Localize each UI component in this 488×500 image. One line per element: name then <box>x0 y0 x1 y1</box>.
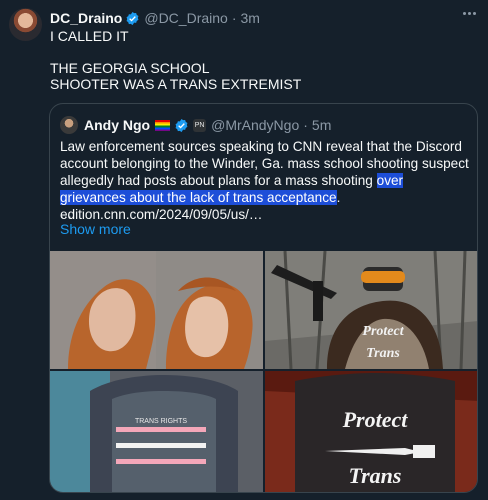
tweet-text: I CALLED IT THE GEORGIA SCHOOL SHOOTER W… <box>50 28 470 92</box>
protect-trans-shirt-photo[interactable]: Protect Trans <box>265 371 477 492</box>
shirt-title-text: TRANS RIGHTS <box>135 418 187 425</box>
quoted-tweet[interactable]: Andy Ngo PN @MrAndyNgo · 5m Law enforcem… <box>49 103 478 493</box>
show-more-link[interactable]: Show more <box>60 221 131 237</box>
quote-author-avatar <box>60 116 78 134</box>
image-grid: Protect Trans TRANS RIGHTS Protect Trans <box>50 251 477 492</box>
trans-rights-shirt-photo[interactable]: TRANS RIGHTS <box>50 371 263 492</box>
shirt-text-line1: Protect <box>362 324 404 339</box>
tweet-text-line: SHOOTER WAS A TRANS EXTREMIST <box>50 76 302 92</box>
shirt-text-line2: Trans <box>349 463 402 488</box>
quote-text: Law enforcement sources speaking to CNN … <box>60 138 472 223</box>
shirt-text: Protect Trans <box>362 324 404 361</box>
mugshot-photo <box>50 251 263 369</box>
author-avatar[interactable] <box>9 8 42 41</box>
mugshot-image[interactable] <box>50 251 263 369</box>
shirt-title: TRANS RIGHTS <box>135 418 187 425</box>
tweet-text-line: I CALLED IT <box>50 28 129 44</box>
quote-header: Andy Ngo PN @MrAndyNgo · 5m <box>60 115 331 135</box>
tweet-header: DC_Draino @DC_Draino · 3m <box>50 9 476 27</box>
separator-dot: · <box>303 117 308 133</box>
quote-text-body: Law enforcement sources speaking to CNN … <box>60 139 469 188</box>
quote-ellipsis: ... <box>60 205 72 221</box>
author-name[interactable]: DC_Draino <box>50 10 122 26</box>
tweet[interactable]: DC_Draino @DC_Draino · 3m I CALLED IT TH… <box>0 0 488 500</box>
author-handle[interactable]: @DC_Draino <box>144 10 227 26</box>
quote-author-handle: @MrAndyNgo <box>211 117 300 133</box>
tweet-text-line: THE GEORGIA SCHOOL <box>50 60 210 76</box>
shirt-text-line2: Trans <box>366 346 400 361</box>
shirt-text-line1: Protect <box>342 407 409 432</box>
rifle-photo[interactable]: Protect Trans <box>265 251 477 369</box>
shirt-text: Protect Trans <box>342 407 409 488</box>
quote-timestamp: 5m <box>311 117 332 133</box>
timestamp[interactable]: 3m <box>241 10 260 26</box>
pride-flag-icon <box>155 119 171 131</box>
quote-author-name: Andy Ngo <box>84 117 151 133</box>
verified-badge-icon <box>126 11 139 25</box>
affiliate-badge-icon: PN <box>193 118 207 132</box>
more-options-icon[interactable] <box>463 12 476 15</box>
separator-dot: · <box>231 10 237 26</box>
verified-badge-icon <box>175 118 188 132</box>
